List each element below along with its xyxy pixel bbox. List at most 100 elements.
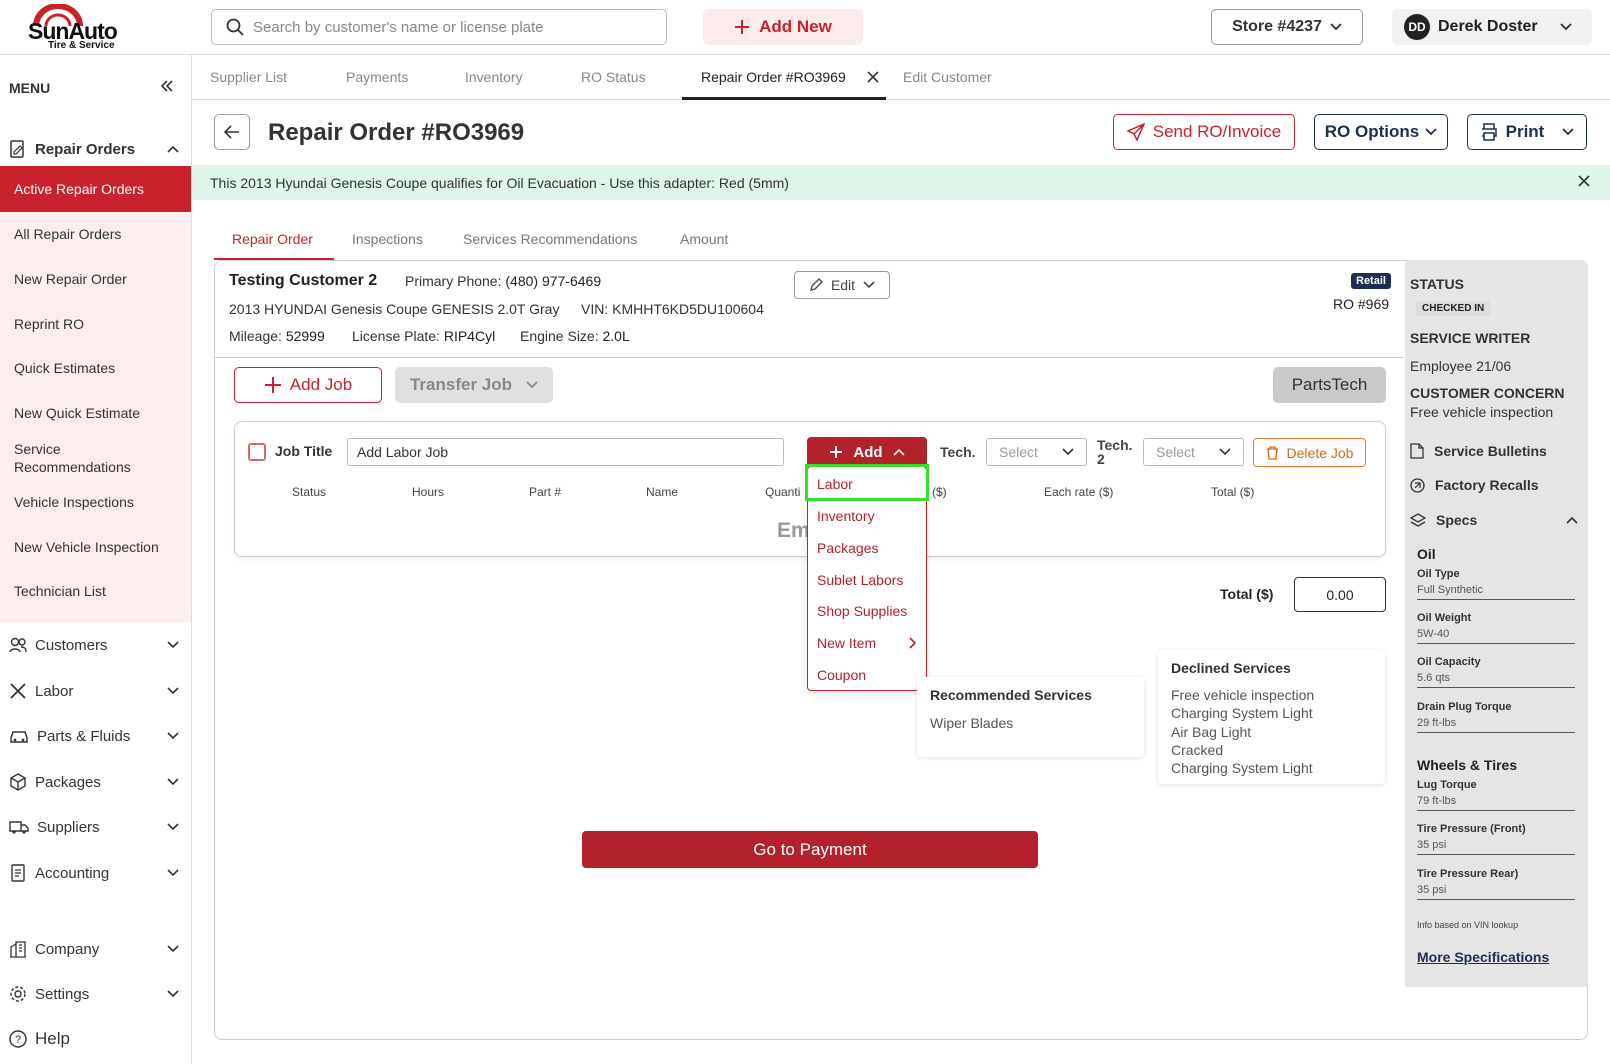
spec-name: Lug Torque (1417, 779, 1477, 791)
user-menu[interactable]: DD Derek Doster (1392, 9, 1592, 45)
add-job-button[interactable]: Add Job (234, 367, 382, 403)
sidebar-item-service-recommendations[interactable]: Service Recommendations (14, 440, 154, 476)
edit-label: Edit (830, 277, 856, 293)
tab-repair-order-details[interactable]: Repair Order (232, 231, 313, 247)
send-ro-invoice-button[interactable]: Send RO/Invoice (1113, 114, 1295, 150)
menu-item-sublet-labors[interactable]: Sublet Labors (817, 572, 903, 588)
engine-size: Engine Size: 2.0L (520, 328, 630, 344)
sidebar-item-settings[interactable]: Settings (0, 977, 191, 1011)
search-box[interactable] (211, 9, 667, 45)
spec-value: 5W-40 (1417, 628, 1450, 640)
page-title: Repair Order #RO3969 (268, 119, 525, 146)
spec-name: Oil Type (1417, 568, 1460, 580)
sidebar-item-company[interactable]: Company (0, 932, 191, 966)
edit-customer-button[interactable]: Edit (794, 271, 890, 299)
sidebar-item-new-quick-estimate[interactable]: New Quick Estimate (14, 404, 140, 422)
store-label: Store #4237 (1232, 18, 1322, 35)
sidebar-item-parts-fluids[interactable]: Parts & Fluids (0, 719, 191, 753)
engine-value: 2.0L (602, 328, 630, 344)
sidebar-item-vehicle-inspections[interactable]: Vehicle Inspections (14, 493, 134, 511)
column-name: Name (646, 485, 679, 499)
store-selector[interactable]: Store #4237 (1211, 9, 1363, 45)
service-writer-heading: SERVICE WRITER (1410, 330, 1531, 346)
service-bulletins-link[interactable]: Service Bulletins (1410, 443, 1547, 459)
delete-job-button[interactable]: Delete Job (1253, 438, 1366, 467)
sidebar-item-technician-list[interactable]: Technician List (14, 582, 106, 600)
add-item-button[interactable]: Add (807, 437, 927, 467)
menu-item-packages[interactable]: Packages (817, 540, 878, 556)
chevron-down-icon (167, 778, 179, 786)
close-icon[interactable] (1578, 175, 1590, 187)
partstech-button[interactable]: PartsTech (1273, 367, 1386, 403)
sidebar-item-quick-estimates[interactable]: Quick Estimates (14, 359, 115, 377)
tab-repair-order[interactable]: Repair Order #RO3969 (701, 69, 846, 85)
truck-icon (9, 821, 29, 834)
service-writer-value: Employee 21/06 (1410, 358, 1512, 374)
job-checkbox[interactable] (248, 443, 266, 461)
status-heading: STATUS (1410, 276, 1464, 292)
sidebar-item-accounting[interactable]: Accounting (0, 856, 191, 890)
avatar: DD (1404, 14, 1430, 40)
sidebar-item-customers[interactable]: Customers (0, 628, 191, 662)
menu-item-new-item[interactable]: New Item (817, 635, 917, 651)
sidebar-item-repair-orders[interactable]: Repair Orders (0, 132, 191, 166)
factory-recalls-label: Factory Recalls (1435, 477, 1539, 493)
gear-icon (10, 986, 26, 1002)
sidebar-item-help[interactable]: ? Help (0, 1022, 191, 1056)
tech2-select[interactable]: Select (1143, 438, 1244, 466)
menu-item-labor[interactable]: Labor (817, 476, 853, 492)
menu-item-shop-supplies[interactable]: Shop Supplies (817, 603, 907, 619)
ro-options-label: RO Options (1324, 122, 1420, 141)
sidebar-item-reprint-ro[interactable]: Reprint RO (14, 315, 84, 333)
sunauto-logo[interactable]: SunAuto Tire & Service (26, 4, 126, 52)
collapse-sidebar-icon[interactable] (160, 79, 174, 93)
tab-payments[interactable]: Payments (346, 69, 408, 85)
tab-supplier-list[interactable]: Supplier List (210, 69, 287, 85)
factory-recalls-link[interactable]: Factory Recalls (1410, 477, 1539, 493)
customer-concern-heading: CUSTOMER CONCERN (1410, 385, 1565, 401)
tab-services-recommendations[interactable]: Services Recommendations (463, 231, 637, 247)
sidebar-item-new-vehicle-inspection[interactable]: New Vehicle Inspection (14, 538, 159, 556)
document-icon (1410, 443, 1424, 459)
menu-item-coupon[interactable]: Coupon (817, 667, 866, 683)
column-total: Total ($) (1211, 485, 1255, 499)
phone-label: Primary Phone: (405, 273, 502, 289)
tab-inspections[interactable]: Inspections (352, 231, 423, 247)
package-icon (10, 773, 26, 791)
sidebar-item-all-repair-orders[interactable]: All Repair Orders (14, 225, 121, 243)
user-name: Derek Doster (1438, 18, 1538, 35)
tab-edit-customer[interactable]: Edit Customer (903, 69, 992, 85)
specs-toggle[interactable]: Specs (1410, 512, 1578, 528)
tab-amount[interactable]: Amount (680, 231, 728, 247)
ro-options-button[interactable]: RO Options (1314, 114, 1448, 150)
sidebar-item-active-repair-orders[interactable]: Active Repair Orders (0, 166, 191, 212)
print-button[interactable]: Print (1467, 114, 1587, 150)
add-new-button[interactable]: Add New (703, 9, 863, 45)
go-to-payment-button[interactable]: Go to Payment (582, 831, 1038, 868)
mileage-value: 52999 (285, 328, 325, 344)
chevron-down-icon (1562, 128, 1574, 136)
sidebar-item-labor[interactable]: Labor (0, 674, 191, 708)
send-label: Send RO/Invoice (1152, 122, 1282, 141)
menu-item-inventory[interactable]: Inventory (817, 508, 875, 524)
transfer-job-button[interactable]: Transfer Job (395, 367, 553, 403)
sidebar-item-new-repair-order[interactable]: New Repair Order (14, 270, 127, 288)
sidebar-item-packages[interactable]: Packages (0, 765, 191, 799)
column-hours: Hours (412, 485, 445, 499)
chevron-down-icon (863, 281, 875, 289)
back-button[interactable] (214, 114, 250, 150)
chevron-up-icon (1566, 516, 1578, 524)
sidebar-item-suppliers[interactable]: Suppliers (0, 810, 191, 844)
empty-state-text: Em (777, 519, 810, 542)
close-tab-icon[interactable] (867, 71, 879, 83)
more-specifications-link[interactable]: More Specifications (1417, 949, 1549, 965)
chevron-up-icon (167, 145, 179, 153)
tab-ro-status[interactable]: RO Status (581, 69, 646, 85)
phone-value: (480) 977-6469 (505, 273, 602, 289)
pencil-icon (810, 278, 823, 291)
tech-select[interactable]: Select (986, 438, 1087, 466)
tab-inventory[interactable]: Inventory (465, 69, 523, 85)
search-input[interactable] (253, 18, 653, 36)
engine-label: Engine Size: (520, 328, 599, 344)
job-title-input[interactable] (347, 438, 784, 466)
